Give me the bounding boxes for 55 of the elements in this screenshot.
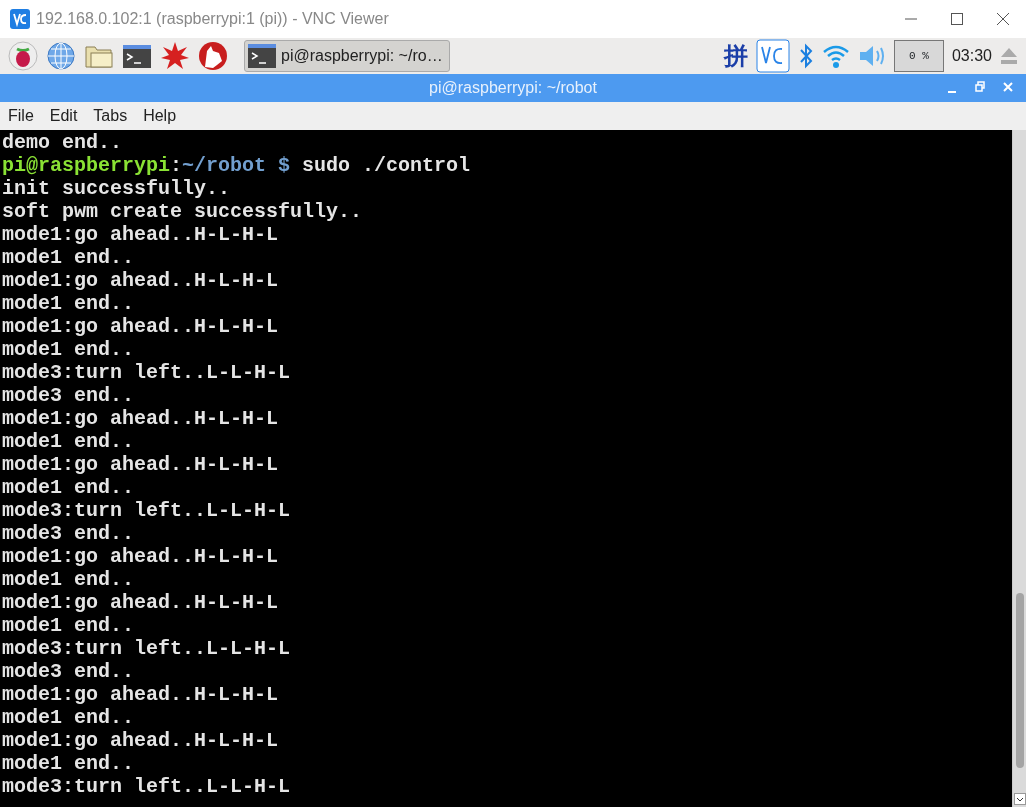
- terminal-line: mode3 end..: [2, 660, 136, 683]
- terminal-line: mode1 end..: [2, 338, 136, 361]
- menu-item[interactable]: Tabs: [93, 104, 128, 128]
- terminal-line: mode1:go ahead..H-L-H-L: [2, 729, 280, 752]
- cpu-monitor: 0 %: [893, 40, 944, 72]
- window-title: pi@raspberrypi: ~/robot: [429, 78, 597, 98]
- terminal-line: mode3 end..: [2, 384, 136, 407]
- terminal-line: mode1:go ahead..H-L-H-L: [2, 453, 280, 476]
- bluetooth-icon[interactable]: [797, 42, 814, 70]
- terminal-line: mode1:go ahead..H-L-H-L: [2, 315, 280, 338]
- menu-item[interactable]: Help: [143, 104, 177, 128]
- restore-icon[interactable]: [974, 80, 986, 94]
- terminal-icon: [247, 43, 277, 69]
- terminal-line: mode1 end..: [2, 706, 136, 729]
- terminal-line: mode1 end..: [2, 752, 136, 775]
- window-title: 192.168.0.102:1 (raspberrypi:1 (pi)) - VNC Viewer: [36, 9, 390, 29]
- globe-icon[interactable]: [46, 41, 76, 71]
- terminal-line: mode1:go ahead..H-L-H-L: [2, 683, 280, 706]
- terminal-line: soft pwm create successfully..: [2, 200, 364, 223]
- terminal-line: pi@raspberrypi:~/robot $ sudo ./control: [2, 154, 472, 177]
- terminal-line: mode3 end..: [2, 522, 136, 545]
- clock[interactable]: 03:30: [951, 44, 992, 68]
- terminal-line: mode1 end..: [2, 246, 136, 269]
- terminal-line: mode1:go ahead..H-L-H-L: [2, 545, 280, 568]
- menu-item[interactable]: Edit: [49, 104, 78, 128]
- terminal-line: init successfully..: [2, 177, 232, 200]
- terminal-line: mode1:go ahead..H-L-H-L: [2, 591, 280, 614]
- terminal-line: mode3:turn left..L-L-H-L: [2, 637, 292, 660]
- wifi-icon[interactable]: [821, 43, 850, 69]
- scroll-down-icon[interactable]: [1013, 793, 1026, 805]
- eject-icon[interactable]: [1000, 47, 1018, 65]
- close-icon[interactable]: [995, 11, 1011, 27]
- terminal-line: mode1 end..: [2, 614, 136, 637]
- terminal-line: mode1:go ahead..H-L-H-L: [2, 407, 280, 430]
- terminal-line: mode1 end..: [2, 430, 136, 453]
- terminal-line: mode1 end..: [2, 476, 136, 499]
- starburst-icon[interactable]: [160, 41, 190, 71]
- raspberry-icon[interactable]: [8, 41, 38, 71]
- app-logo-icon: [10, 9, 30, 29]
- scrollbar[interactable]: [1012, 130, 1026, 807]
- taskbar-button[interactable]: pi@raspberrypi: ~/ro…: [244, 40, 450, 72]
- terminal-line: mode1:go ahead..H-L-H-L: [2, 269, 280, 292]
- terminal-line: mode1 end..: [2, 568, 136, 591]
- menu-item[interactable]: File: [8, 104, 34, 128]
- speaker-icon[interactable]: [857, 43, 886, 69]
- terminal-line: mode3:turn left..L-L-H-L: [2, 775, 292, 798]
- terminal-line: mode3:turn left..L-L-H-L: [2, 361, 292, 384]
- terminal-line: demo end..: [2, 131, 124, 154]
- maximize-icon[interactable]: [949, 11, 965, 27]
- scrollbar-thumb[interactable]: [1015, 593, 1024, 768]
- terminal-line: mode3:turn left..L-L-H-L: [2, 499, 292, 522]
- vnc-tray-icon[interactable]: [755, 39, 790, 73]
- terminal-line: mode1:go ahead..H-L-H-L: [2, 223, 280, 246]
- terminal-line: mode1 end..: [2, 292, 136, 315]
- input-method-indicator[interactable]: 拼: [723, 38, 748, 74]
